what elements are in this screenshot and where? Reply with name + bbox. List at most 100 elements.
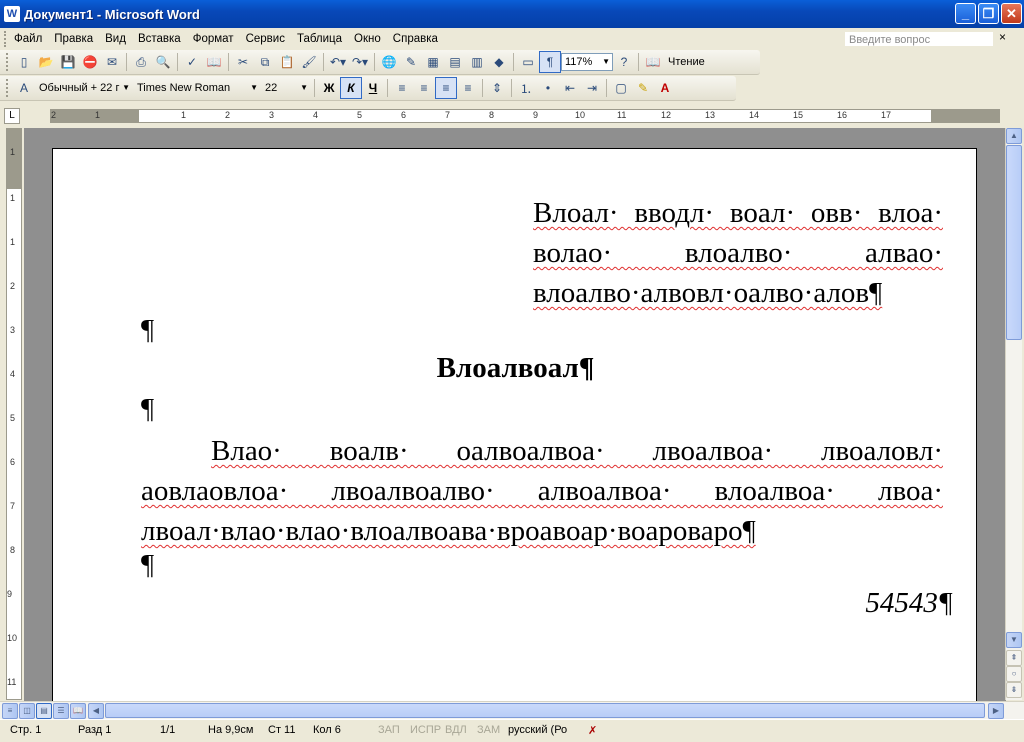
highlight-icon[interactable]: ✎	[632, 77, 654, 99]
print-icon[interactable]: ⎙	[130, 51, 152, 73]
word-icon[interactable]: W	[4, 6, 20, 22]
status-track-changes[interactable]: ИСПР	[410, 724, 441, 736]
show-hide-icon[interactable]: ¶	[539, 51, 561, 73]
print-layout-icon[interactable]: ▤	[36, 703, 52, 719]
help-icon[interactable]: ?	[613, 51, 635, 73]
undo-icon[interactable]: ↶▾	[327, 51, 349, 73]
minimize-button[interactable]: _	[955, 3, 976, 24]
open-folder-icon[interactable]: 📂	[35, 51, 57, 73]
horizontal-scroll-thumb[interactable]	[105, 703, 985, 718]
hyperlink-icon[interactable]: 🌐	[378, 51, 400, 73]
reading-view-icon[interactable]: 📖	[70, 703, 86, 719]
vertical-ruler[interactable]: 1 1 1 2 3 4 5 6 7 8 9 10 11	[6, 128, 22, 700]
insert-table-icon[interactable]: ▦	[422, 51, 444, 73]
research-icon[interactable]: 📖	[203, 51, 225, 73]
new-document-icon[interactable]: ▯	[13, 51, 35, 73]
font-size-dropdown[interactable]: 22 ▼	[261, 79, 311, 97]
document-map-icon[interactable]: ▭	[517, 51, 539, 73]
empty-paragraph-mark[interactable]: ¶	[141, 393, 154, 426]
menu-file[interactable]: Файл	[8, 33, 48, 45]
menu-edit[interactable]: Правка	[48, 33, 99, 45]
normal-view-icon[interactable]: ≡	[2, 703, 18, 719]
borders-icon[interactable]: ▢	[610, 77, 632, 99]
style-dropdown[interactable]: Обычный + 22 г ▼	[35, 79, 133, 97]
vertical-scroll-thumb[interactable]	[1006, 145, 1022, 340]
insert-excel-icon[interactable]: ▤	[444, 51, 466, 73]
horizontal-scrollbar[interactable]: ≡ ◫ ▤ ☰ 📖 ◀ ▶	[0, 701, 1024, 719]
columns-icon[interactable]: ▥	[466, 51, 488, 73]
line-spacing-icon[interactable]: ⇕	[486, 77, 508, 99]
scroll-down-icon[interactable]: ▼	[1006, 632, 1022, 648]
browse-object-icon[interactable]: ○	[1006, 666, 1022, 682]
document-workspace[interactable]: Влоал· вводл· воал· овв· влоа· волао· вл…	[24, 128, 1006, 701]
restore-button[interactable]: ❐	[978, 3, 999, 24]
decrease-indent-icon[interactable]: ⇤	[559, 77, 581, 99]
reading-label[interactable]: Чтение	[664, 56, 709, 68]
spelling-status-icon[interactable]: ✗	[588, 724, 597, 737]
zoom-dropdown[interactable]: 117% ▼	[561, 53, 613, 71]
next-page-icon[interactable]: ⇟	[1006, 682, 1022, 698]
close-button[interactable]: ✕	[1001, 3, 1022, 24]
increase-indent-icon[interactable]: ⇥	[581, 77, 603, 99]
status-language[interactable]: русский (Ро	[508, 724, 567, 736]
cut-icon[interactable]: ✂	[232, 51, 254, 73]
bullets-icon[interactable]: •	[537, 77, 559, 99]
paragraph-2[interactable]: Влао· воалв· оалвоалвоа· лвоалвоа· лвоал…	[141, 431, 943, 551]
number-paragraph[interactable]: 54543¶	[553, 587, 953, 620]
justify-icon[interactable]: ≡	[457, 77, 479, 99]
ask-question-input[interactable]: Введите вопрос	[844, 31, 994, 47]
paste-icon[interactable]: 📋	[276, 51, 298, 73]
font-dropdown[interactable]: Times New Roman ▼	[133, 79, 261, 97]
empty-paragraph-mark[interactable]: ¶	[141, 314, 154, 347]
document-page[interactable]: Влоал· вводл· воал· овв· влоа· волао· вл…	[52, 148, 977, 701]
separator	[126, 53, 127, 71]
align-center-icon[interactable]: ≡	[413, 77, 435, 99]
vertical-scrollbar[interactable]: ▲ ▼ ⇞ ○ ⇟	[1005, 128, 1022, 700]
menu-format[interactable]: Формат	[187, 33, 240, 45]
save-icon[interactable]: 💾	[57, 51, 79, 73]
bold-button[interactable]: Ж	[318, 77, 340, 99]
menu-table[interactable]: Таблица	[291, 33, 348, 45]
status-extend[interactable]: ВДЛ	[445, 724, 467, 736]
paragraph-1[interactable]: Влоал· вводл· воал· овв· влоа· волао· вл…	[533, 193, 943, 313]
ruler-number: 3	[269, 110, 275, 120]
reading-layout-icon[interactable]: 📖	[642, 51, 664, 73]
permission-icon[interactable]: ⛔	[79, 51, 101, 73]
numbering-icon[interactable]: ⒈	[515, 77, 537, 99]
menu-insert[interactable]: Вставка	[132, 33, 187, 45]
toolbar-grip[interactable]	[6, 79, 9, 97]
scroll-right-icon[interactable]: ▶	[988, 703, 1004, 719]
drawing-icon[interactable]: ◆	[488, 51, 510, 73]
styles-pane-icon[interactable]: A	[13, 77, 35, 99]
status-record[interactable]: ЗАП	[378, 724, 400, 736]
scroll-up-icon[interactable]: ▲	[1006, 128, 1022, 144]
menu-help[interactable]: Справка	[387, 33, 444, 45]
redo-icon[interactable]: ↷▾	[349, 51, 371, 73]
format-painter-icon[interactable]: 🖌	[298, 51, 320, 73]
heading[interactable]: Влоалвоал¶	[53, 352, 978, 385]
font-color-icon[interactable]: A	[654, 77, 676, 99]
previous-page-icon[interactable]: ⇞	[1006, 650, 1022, 666]
web-layout-icon[interactable]: ◫	[19, 703, 35, 719]
separator	[323, 53, 324, 71]
email-icon[interactable]: ✉	[101, 51, 123, 73]
align-left-icon[interactable]: ≡	[391, 77, 413, 99]
menu-tools[interactable]: Сервис	[240, 33, 291, 45]
italic-button[interactable]: К	[340, 77, 362, 99]
empty-paragraph-mark[interactable]: ¶	[141, 549, 154, 582]
scroll-left-icon[interactable]: ◀	[88, 703, 104, 719]
horizontal-ruler[interactable]: 2 1 1 2 3 4 5 6 7 8 9 10 11 12 13 14 15 …	[28, 106, 1008, 126]
print-preview-icon[interactable]: 🔍	[152, 51, 174, 73]
status-overtype[interactable]: ЗАМ	[477, 724, 500, 736]
copy-icon[interactable]: ⧉	[254, 51, 276, 73]
toolbar-grip[interactable]	[6, 53, 9, 71]
spelling-icon[interactable]: ✓	[181, 51, 203, 73]
menu-window[interactable]: Окно	[348, 33, 387, 45]
tables-borders-icon[interactable]: ✎	[400, 51, 422, 73]
outline-view-icon[interactable]: ☰	[53, 703, 69, 719]
menu-view[interactable]: Вид	[99, 33, 132, 45]
doc-close-icon[interactable]: ×	[999, 30, 1006, 44]
underline-button[interactable]: Ч	[362, 77, 384, 99]
tab-selector[interactable]: L	[4, 108, 20, 124]
align-right-icon[interactable]: ≡	[435, 77, 457, 99]
